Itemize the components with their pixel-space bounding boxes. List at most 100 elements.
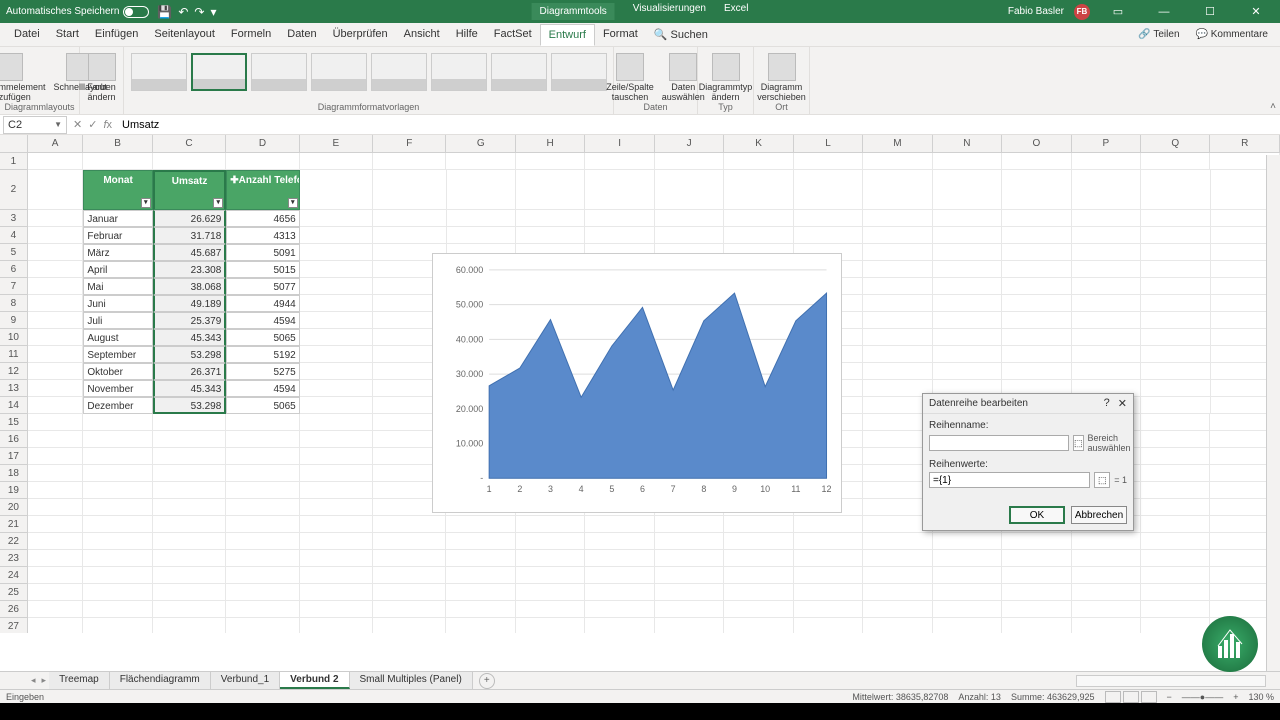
cell[interactable] xyxy=(300,533,373,550)
cell[interactable] xyxy=(1072,170,1141,210)
cell[interactable] xyxy=(1002,584,1071,601)
cell[interactable] xyxy=(724,516,793,533)
cell[interactable]: März xyxy=(83,244,152,261)
cell[interactable] xyxy=(1141,227,1210,244)
cell[interactable]: Mai xyxy=(83,278,152,295)
cell[interactable] xyxy=(933,312,1002,329)
col-header[interactable]: K xyxy=(724,135,793,152)
row-header[interactable]: 2 xyxy=(0,170,28,210)
cell[interactable]: 5065 xyxy=(226,397,299,414)
cell[interactable] xyxy=(933,210,1002,227)
cell[interactable] xyxy=(933,261,1002,278)
cell[interactable] xyxy=(28,465,84,482)
cell[interactable] xyxy=(724,153,793,170)
sheet-tab[interactable]: Small Multiples (Panel) xyxy=(350,672,473,689)
menu-tab-seitenlayout[interactable]: Seitenlayout xyxy=(146,24,223,46)
cell[interactable] xyxy=(373,153,446,170)
cell[interactable] xyxy=(1002,550,1071,567)
cell[interactable]: Juli xyxy=(83,312,152,329)
cell[interactable] xyxy=(28,363,84,380)
cell[interactable] xyxy=(300,618,373,633)
cell[interactable] xyxy=(585,618,654,633)
col-header[interactable]: F xyxy=(373,135,446,152)
cell[interactable] xyxy=(153,414,226,431)
cell[interactable] xyxy=(516,601,585,618)
cell[interactable] xyxy=(83,465,152,482)
zoom-slider[interactable]: ——●—— xyxy=(1182,692,1223,702)
cell[interactable] xyxy=(226,618,299,633)
row-header[interactable]: 10 xyxy=(0,329,28,346)
cell[interactable] xyxy=(373,601,446,618)
cell[interactable] xyxy=(28,448,84,465)
cell[interactable] xyxy=(724,601,793,618)
row-header[interactable]: 9 xyxy=(0,312,28,329)
cancel-button[interactable]: Abbrechen xyxy=(1071,506,1127,524)
cell[interactable] xyxy=(300,363,373,380)
cell[interactable] xyxy=(1072,261,1141,278)
cell[interactable] xyxy=(28,567,84,584)
cell[interactable] xyxy=(933,329,1002,346)
cell[interactable] xyxy=(83,414,152,431)
cell[interactable] xyxy=(1072,550,1141,567)
cell[interactable] xyxy=(794,516,863,533)
cell[interactable] xyxy=(153,584,226,601)
cell[interactable] xyxy=(933,533,1002,550)
menu-tab-factset[interactable]: FactSet xyxy=(486,24,540,46)
cell[interactable]: ✚Anzahl Telefonate▾ xyxy=(226,170,299,210)
cell[interactable]: 31.718 xyxy=(153,227,226,244)
cell[interactable] xyxy=(300,170,373,210)
filter-icon[interactable]: ▾ xyxy=(288,198,298,208)
row-header[interactable]: 3 xyxy=(0,210,28,227)
col-header[interactable]: G xyxy=(446,135,515,152)
cell[interactable] xyxy=(1141,170,1210,210)
menu-tab-suchen[interactable]: 🔍 Suchen xyxy=(646,24,716,46)
cell[interactable] xyxy=(28,380,84,397)
fx-icon[interactable]: fx xyxy=(103,119,112,131)
cell[interactable] xyxy=(516,227,585,244)
menu-tab-formeln[interactable]: Formeln xyxy=(223,24,279,46)
cell[interactable] xyxy=(153,431,226,448)
dialog-help-icon[interactable]: ? xyxy=(1104,397,1110,410)
cell[interactable] xyxy=(794,227,863,244)
cell[interactable] xyxy=(1002,227,1071,244)
change-colors-button[interactable]: Farben ändern xyxy=(83,51,120,105)
cell[interactable] xyxy=(300,210,373,227)
cell[interactable]: 4594 xyxy=(226,380,299,397)
row-header[interactable]: 26 xyxy=(0,601,28,618)
cell[interactable]: 25.379 xyxy=(153,312,226,329)
cell[interactable] xyxy=(1141,584,1210,601)
cell[interactable] xyxy=(933,584,1002,601)
cell[interactable] xyxy=(1141,346,1210,363)
cell[interactable]: Februar xyxy=(83,227,152,244)
cell[interactable] xyxy=(226,499,299,516)
cell[interactable] xyxy=(373,210,446,227)
cell[interactable] xyxy=(516,210,585,227)
cell[interactable] xyxy=(794,170,863,210)
change-chart-type-button[interactable]: Diagrammtyp ändern xyxy=(695,51,757,105)
cell[interactable] xyxy=(373,584,446,601)
row-header[interactable]: 7 xyxy=(0,278,28,295)
cell[interactable] xyxy=(83,584,152,601)
view-normal-icon[interactable] xyxy=(1105,691,1121,703)
share-button[interactable]: 🔗 Teilen xyxy=(1132,27,1185,42)
cell[interactable] xyxy=(447,170,516,210)
sheet-tab[interactable]: Verbund 2 xyxy=(280,672,349,689)
cell[interactable]: 26.371 xyxy=(153,363,226,380)
cell[interactable] xyxy=(1141,153,1210,170)
cell[interactable] xyxy=(1141,414,1210,431)
cell[interactable] xyxy=(863,244,932,261)
cell[interactable] xyxy=(300,227,373,244)
cell[interactable] xyxy=(373,227,446,244)
maximize-icon[interactable]: ☐ xyxy=(1192,0,1228,23)
cell[interactable] xyxy=(1072,227,1141,244)
cell[interactable] xyxy=(446,550,515,567)
cell[interactable] xyxy=(794,567,863,584)
horizontal-scrollbar[interactable] xyxy=(1076,675,1266,687)
col-header[interactable]: R xyxy=(1210,135,1279,152)
cell[interactable] xyxy=(83,153,152,170)
style-thumb[interactable] xyxy=(191,53,247,91)
cell[interactable] xyxy=(585,153,654,170)
cell[interactable] xyxy=(933,244,1002,261)
cell[interactable] xyxy=(28,499,84,516)
cell[interactable] xyxy=(794,210,863,227)
